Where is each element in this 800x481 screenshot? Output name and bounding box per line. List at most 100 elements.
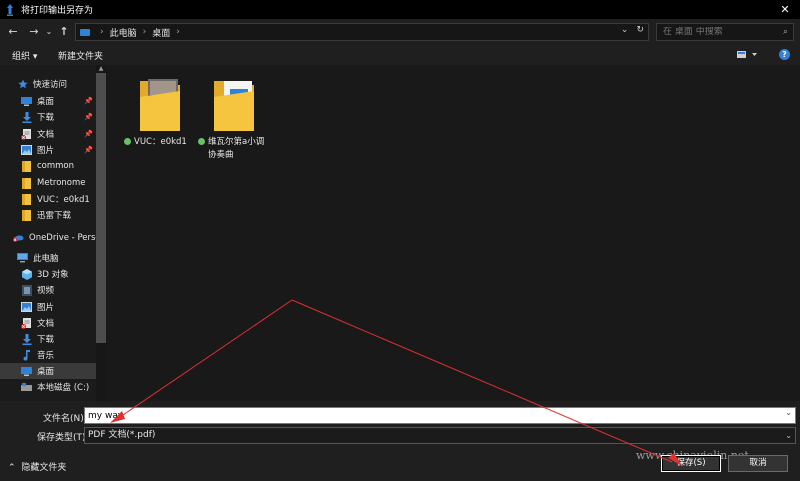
search-input[interactable] bbox=[663, 27, 783, 37]
chevron-down-icon: ⌄ bbox=[785, 431, 792, 440]
pin-icon: 📌 bbox=[84, 146, 93, 154]
music-icon bbox=[21, 349, 32, 361]
search-icon: ⌕ bbox=[783, 27, 789, 37]
drive-icon bbox=[21, 382, 32, 393]
sidebar-item-label: 本地磁盘 (C:) bbox=[37, 383, 90, 393]
chevron-down-icon[interactable]: ⌄ bbox=[785, 408, 792, 417]
folder-icon bbox=[21, 177, 32, 189]
hide-folders-label: 隐藏文件夹 bbox=[21, 463, 67, 473]
sidebar-item-music[interactable]: 音乐 bbox=[0, 347, 96, 363]
forward-button[interactable]: → bbox=[27, 24, 41, 40]
sidebar-item-vuc[interactable]: VUC：e0kd1 bbox=[0, 191, 96, 207]
sidebar-item-label: 音乐 bbox=[37, 351, 55, 361]
3d-objects-icon bbox=[21, 268, 32, 280]
breadcrumb-this-pc[interactable]: 此电脑 bbox=[110, 26, 137, 39]
sidebar-item-downloads[interactable]: 下载 📌 bbox=[0, 109, 96, 125]
hide-folders-toggle[interactable]: ⌃ 隐藏文件夹 bbox=[8, 460, 66, 473]
title-bar: 将打印输出另存为 ✕ bbox=[0, 0, 800, 19]
sync-status-icon bbox=[198, 138, 205, 145]
recent-locations-button[interactable]: ⌄ bbox=[42, 24, 56, 40]
sidebar-item-label: 图片 bbox=[37, 303, 55, 313]
refresh-icon[interactable]: ↻ bbox=[636, 25, 644, 35]
folder-icon bbox=[21, 209, 32, 221]
breadcrumb-separator-icon: › bbox=[100, 27, 104, 37]
filetype-select[interactable]: PDF 文档(*.pdf) ⌄ bbox=[84, 427, 796, 444]
sidebar-item-3d-objects[interactable]: 3D 对象 bbox=[0, 266, 96, 282]
sidebar-item-onedrive[interactable]: OneDrive - Perso bbox=[0, 230, 96, 246]
sidebar-item-label: 桌面 bbox=[37, 97, 55, 107]
sidebar-item-videos[interactable]: 视频 bbox=[0, 282, 96, 298]
cloud-icon bbox=[13, 233, 24, 244]
file-list: VUC：e0kd1 维瓦尔第a小调 协奏曲 bbox=[106, 65, 800, 401]
command-bar: 组织 ▾ 新建文件夹 ? bbox=[0, 45, 800, 65]
up-button[interactable]: ↑ bbox=[57, 24, 71, 40]
desktop-icon bbox=[21, 366, 32, 377]
filename-field[interactable]: ⌄ bbox=[84, 407, 796, 424]
pin-icon: 📌 bbox=[84, 97, 93, 105]
sidebar-item-label: 快速访问 bbox=[33, 80, 68, 90]
sidebar-scrollbar-thumb[interactable] bbox=[96, 73, 106, 343]
pin-icon: 📌 bbox=[84, 113, 93, 121]
sidebar-item-label: 视频 bbox=[37, 286, 55, 296]
scroll-up-icon[interactable]: ▲ bbox=[96, 65, 106, 73]
help-icon: ? bbox=[782, 50, 787, 59]
file-label: 维瓦尔第a小调 协奏曲 bbox=[194, 136, 274, 162]
download-icon bbox=[21, 333, 32, 345]
folder-icon bbox=[21, 160, 32, 172]
help-button[interactable]: ? bbox=[779, 49, 790, 60]
filetype-value: PDF 文档(*.pdf) bbox=[88, 430, 156, 440]
chevron-down-icon[interactable]: ⌄ bbox=[621, 25, 629, 35]
file-name: 维瓦尔第a小调 bbox=[208, 137, 265, 147]
sidebar-item-local-disk-c[interactable]: 本地磁盘 (C:) bbox=[0, 379, 96, 395]
sidebar-item-this-pc[interactable]: 此电脑 bbox=[0, 250, 96, 266]
sidebar-item-label: 此电脑 bbox=[33, 254, 59, 264]
arrow-up-icon: ↑ bbox=[59, 25, 69, 38]
sidebar-item-documents[interactable]: 文档 📌 bbox=[0, 126, 96, 142]
search-box[interactable]: ⌕ bbox=[656, 23, 794, 41]
arrow-right-icon: → bbox=[29, 25, 39, 38]
sidebar-item-label: Metronome bbox=[37, 178, 86, 188]
breadcrumb-separator-icon: › bbox=[142, 27, 147, 37]
desktop-icon bbox=[21, 96, 32, 107]
view-options-button[interactable] bbox=[737, 50, 759, 60]
view-icon bbox=[737, 51, 757, 58]
breadcrumb-desktop[interactable]: 桌面 bbox=[152, 26, 170, 39]
chevron-up-icon: ⌃ bbox=[8, 463, 16, 473]
sidebar-item-quick-access[interactable]: 快速访问 bbox=[0, 76, 96, 92]
navigation-bar: ← → ⌄ ↑ › 此电脑 › 桌面 › ⌄ ↻ ⌕ bbox=[0, 19, 800, 45]
sidebar-item-desktop[interactable]: 桌面 📌 bbox=[0, 93, 96, 109]
sidebar-item-common[interactable]: common bbox=[0, 158, 96, 174]
sidebar-item-label: 迅雷下载 bbox=[37, 211, 72, 221]
back-button[interactable]: ← bbox=[6, 24, 20, 40]
new-folder-button[interactable]: 新建文件夹 bbox=[58, 49, 103, 62]
sidebar-item-pictures-pc[interactable]: 图片 bbox=[0, 299, 96, 315]
sidebar-item-documents-pc[interactable]: 文档 bbox=[0, 315, 96, 331]
cancel-button[interactable]: 取消 bbox=[728, 455, 788, 472]
file-name: VUC：e0kd1 bbox=[134, 137, 187, 147]
video-icon bbox=[21, 284, 32, 296]
folder-icon bbox=[21, 193, 32, 205]
organize-menu[interactable]: 组织 ▾ bbox=[12, 49, 37, 62]
sidebar-item-downloads-pc[interactable]: 下载 bbox=[0, 331, 96, 347]
sidebar-item-metronome[interactable]: Metronome bbox=[0, 175, 96, 191]
document-icon bbox=[21, 317, 32, 329]
document-icon bbox=[21, 128, 32, 140]
file-item-vivaldi[interactable]: 维瓦尔第a小调 协奏曲 bbox=[194, 77, 274, 162]
sidebar-item-desktop-pc[interactable]: 桌面 bbox=[0, 363, 96, 379]
window-title: 将打印输出另存为 bbox=[21, 6, 94, 16]
sidebar-item-xunlei-downloads[interactable]: 迅雷下载 bbox=[0, 207, 96, 223]
file-name-continued: 协奏曲 bbox=[208, 150, 234, 160]
computer-icon bbox=[17, 253, 28, 264]
sidebar-item-label: 文档 bbox=[37, 319, 55, 329]
sidebar-item-label: 3D 对象 bbox=[37, 270, 69, 280]
filetype-label: 保存类型(T): bbox=[37, 433, 89, 443]
close-button[interactable]: ✕ bbox=[770, 0, 800, 19]
filename-label: 文件名(N): bbox=[43, 414, 87, 424]
sidebar-item-label: 下载 bbox=[37, 335, 55, 345]
file-item-vuc[interactable]: VUC：e0kd1 bbox=[120, 77, 200, 149]
save-button[interactable]: 保存(S) bbox=[661, 455, 721, 472]
address-bar[interactable]: › 此电脑 › 桌面 › ⌄ ↻ bbox=[75, 23, 649, 41]
filename-input[interactable] bbox=[85, 408, 775, 423]
sidebar-item-label: common bbox=[37, 161, 75, 171]
sidebar-item-pictures[interactable]: 图片 📌 bbox=[0, 142, 96, 158]
